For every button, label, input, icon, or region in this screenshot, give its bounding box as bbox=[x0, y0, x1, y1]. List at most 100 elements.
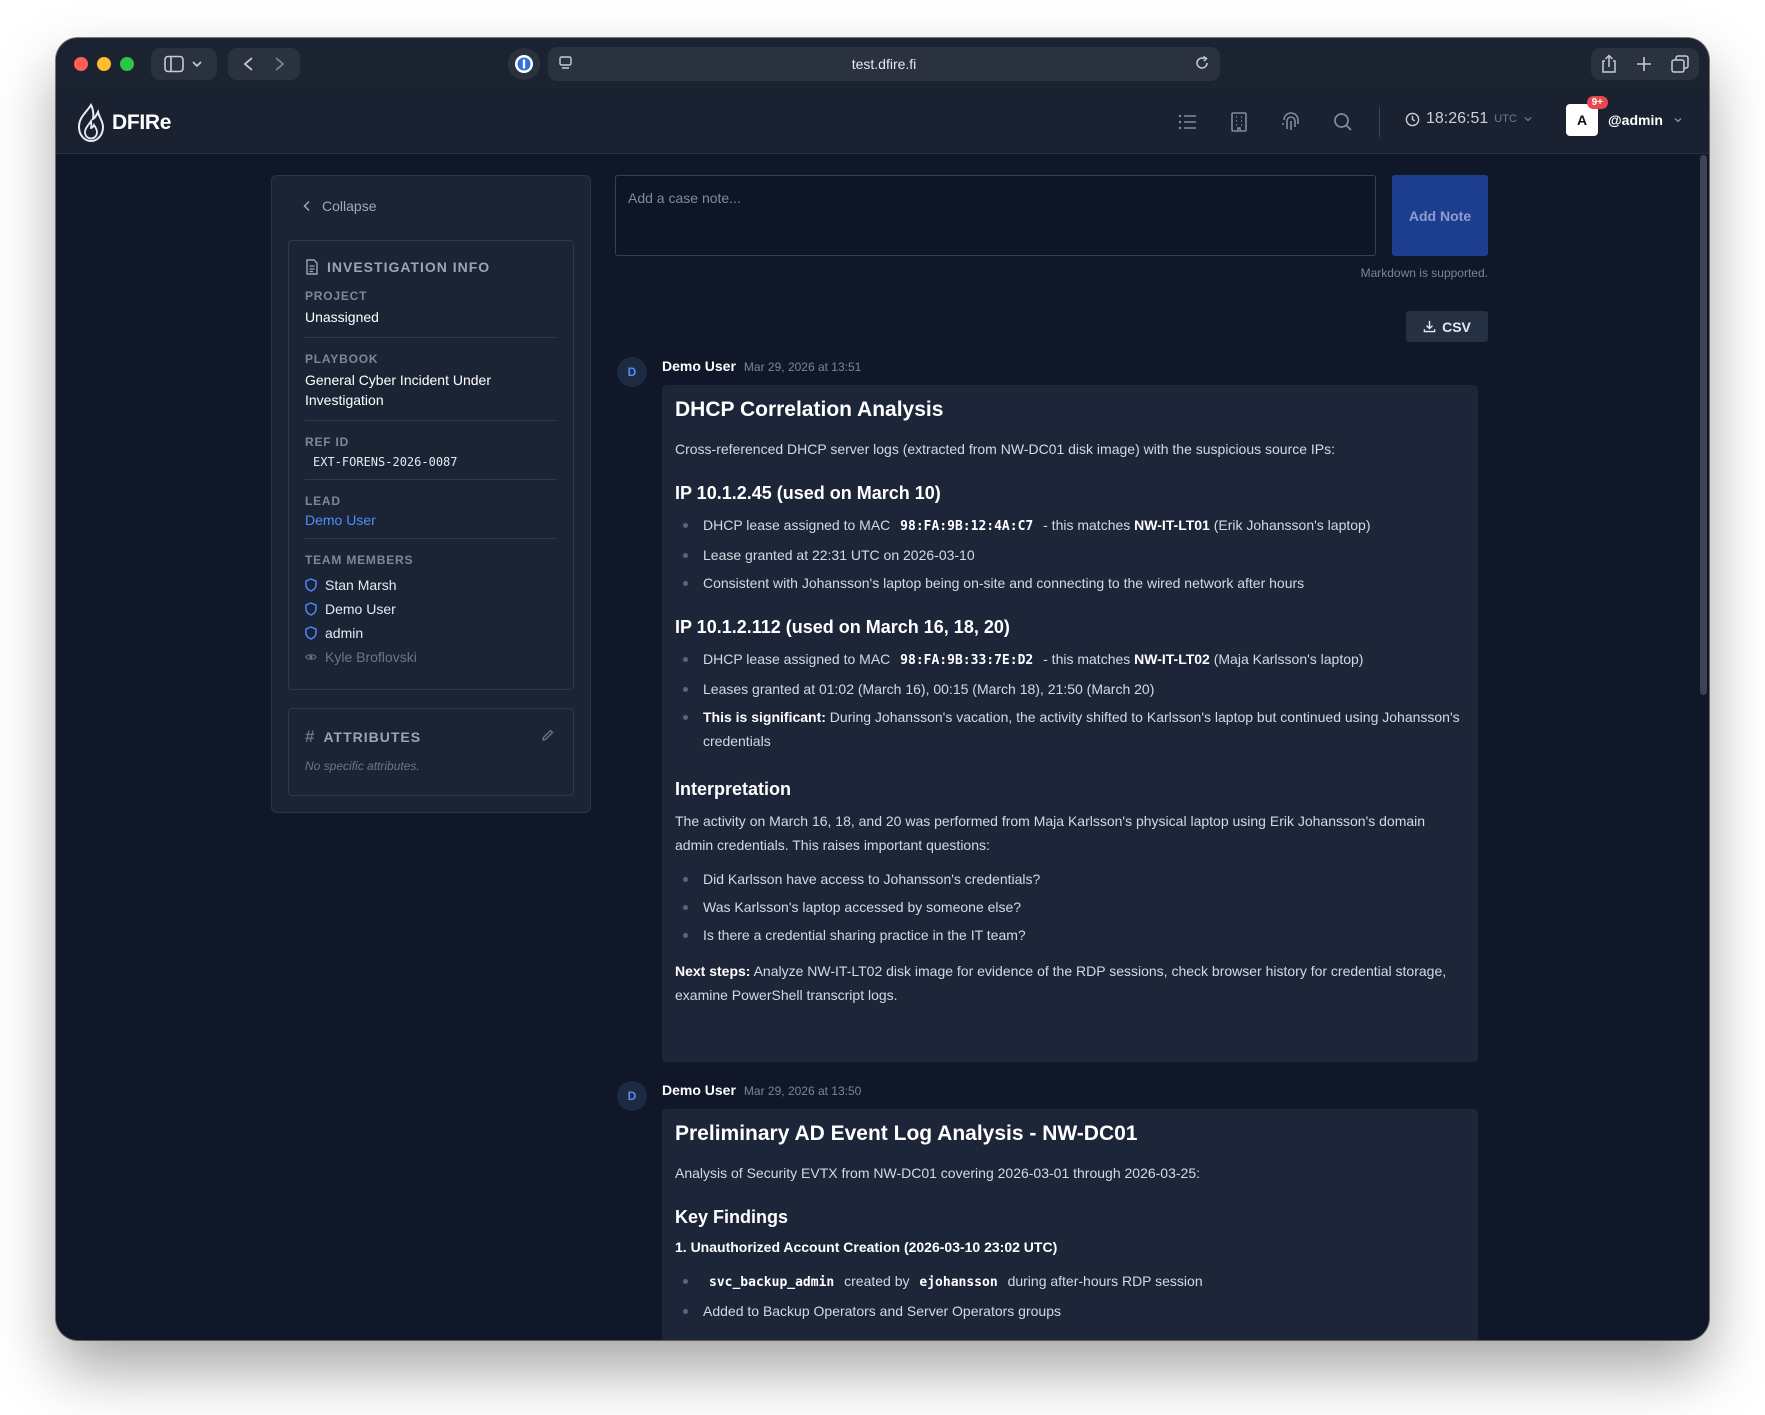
page-scrollbar[interactable] bbox=[1700, 155, 1707, 695]
url-text: test.dfire.fi bbox=[851, 56, 917, 72]
investigation-info-title: INVESTIGATION INFO bbox=[305, 259, 557, 275]
user-menu[interactable]: A 9+ @admin bbox=[1566, 96, 1683, 136]
note-subheading: IP 10.1.2.112 (used on March 16, 18, 20) bbox=[675, 617, 1010, 637]
tab-overview-icon[interactable] bbox=[1670, 54, 1690, 74]
markdown-hint: Markdown is supported. bbox=[1360, 266, 1488, 280]
project-label: PROJECT bbox=[305, 289, 368, 303]
fingerprint-icon[interactable] bbox=[1279, 110, 1303, 134]
app-name: DFIRe bbox=[112, 111, 172, 134]
attributes-panel: # ATTRIBUTES No specific attributes. bbox=[288, 708, 574, 796]
username: @admin bbox=[1608, 112, 1663, 128]
list-icon[interactable] bbox=[1176, 110, 1200, 134]
lead-link[interactable]: Demo User bbox=[305, 512, 557, 528]
playbook-label: PLAYBOOK bbox=[305, 352, 379, 366]
edit-pencil-icon[interactable] bbox=[541, 728, 555, 742]
list-item: Did Karlsson have access to Johansson's … bbox=[675, 867, 1465, 891]
investigation-info-panel: INVESTIGATION INFO PROJECT Unassigned PL… bbox=[288, 240, 574, 690]
chevron-left-icon bbox=[303, 200, 310, 212]
team-members-label: TEAM MEMBERS bbox=[305, 553, 414, 567]
collapse-button[interactable]: Collapse bbox=[302, 198, 376, 214]
list-item: Is there a credential sharing practice i… bbox=[675, 923, 1465, 947]
clock-time: 18:26:51 bbox=[1426, 110, 1489, 127]
csv-export-button[interactable]: CSV bbox=[1406, 311, 1488, 342]
hostname: NW-IT-LT01 bbox=[1134, 517, 1210, 533]
ref-id-label: REF ID bbox=[305, 435, 350, 449]
lead-label: LEAD bbox=[305, 494, 341, 508]
list-item: Leases granted at 01:02 (March 16), 00:1… bbox=[675, 677, 1465, 701]
forward-icon[interactable] bbox=[275, 57, 285, 71]
list-item: Lease granted at 22:31 UTC on 2026-03-10 bbox=[675, 543, 1465, 567]
history-nav bbox=[228, 48, 300, 80]
note-card: DHCP Correlation Analysis Cross-referenc… bbox=[662, 385, 1478, 1062]
add-note-button[interactable]: Add Note bbox=[1392, 175, 1488, 256]
chevron-down-icon bbox=[1674, 118, 1682, 123]
browser-toolbar: test.dfire.fi bbox=[56, 38, 1709, 90]
download-icon bbox=[1423, 320, 1436, 333]
list-item: svc_backup_admin created by ejohansson d… bbox=[675, 1269, 1465, 1295]
password-manager-button[interactable] bbox=[508, 48, 540, 80]
eye-icon bbox=[305, 654, 317, 660]
csv-label: CSV bbox=[1442, 318, 1471, 335]
case-note-input[interactable]: Add a case note... bbox=[615, 175, 1376, 256]
playbook-field: PLAYBOOK General Cyber Incident Under In… bbox=[305, 352, 557, 421]
note-card: Preliminary AD Event Log Analysis - NW-D… bbox=[662, 1109, 1478, 1340]
reader-icon[interactable] bbox=[558, 55, 574, 71]
hostname: NW-IT-LT02 bbox=[1134, 651, 1210, 667]
team-member: Kyle Broflovski bbox=[305, 645, 557, 669]
sidebar-toggle-button[interactable] bbox=[151, 48, 217, 80]
list-item: DHCP lease assigned to MAC 98:FA:9B:12:4… bbox=[675, 513, 1465, 539]
reload-icon[interactable] bbox=[1194, 55, 1210, 71]
attributes-title: # ATTRIBUTES bbox=[305, 727, 422, 746]
shield-icon bbox=[305, 578, 317, 592]
note-author-avatar: D bbox=[617, 1081, 647, 1111]
clock-icon bbox=[1405, 112, 1420, 126]
minimize-window-button[interactable] bbox=[97, 57, 111, 71]
note-author: Demo User bbox=[662, 358, 736, 374]
project-value: Unassigned bbox=[305, 309, 379, 325]
note-author: Demo User bbox=[662, 1082, 736, 1098]
note-timestamp: Mar 29, 2026 at 13:50 bbox=[743, 1084, 862, 1098]
address-bar[interactable]: test.dfire.fi bbox=[548, 47, 1220, 81]
clock[interactable]: 18:26:51 UTC bbox=[1405, 110, 1533, 128]
list-item: This is significant: During Johansson's … bbox=[675, 705, 1465, 753]
zoom-window-button[interactable] bbox=[120, 57, 134, 71]
note-paragraph: Next steps: Analyze NW-IT-LT02 disk imag… bbox=[675, 963, 1447, 1003]
note-list: DHCP lease assigned to MAC 98:FA:9B:33:7… bbox=[675, 647, 1465, 753]
back-icon[interactable] bbox=[243, 57, 253, 71]
close-window-button[interactable] bbox=[74, 57, 88, 71]
project-field: PROJECT Unassigned bbox=[305, 289, 557, 338]
building-icon[interactable] bbox=[1227, 110, 1251, 134]
playbook-value: General Cyber Incident Under Investigati… bbox=[305, 372, 491, 408]
shield-icon bbox=[305, 602, 317, 616]
case-note-placeholder: Add a case note... bbox=[628, 190, 741, 206]
app-logo[interactable]: DFIRe bbox=[74, 103, 171, 143]
search-icon[interactable] bbox=[1331, 110, 1355, 134]
user-name: ejohansson bbox=[919, 1275, 998, 1290]
collapse-label: Collapse bbox=[322, 198, 377, 214]
lead-field: LEAD Demo User bbox=[305, 494, 557, 539]
main-content: Collapse INVESTIGATION INFO PROJECT Unas… bbox=[56, 155, 1709, 1340]
note-subheading: IP 10.1.2.45 (used on March 10) bbox=[675, 483, 941, 503]
shield-icon bbox=[305, 626, 317, 640]
window-controls bbox=[74, 57, 134, 71]
browser-actions bbox=[1591, 48, 1699, 80]
document-icon bbox=[306, 259, 318, 275]
note-list: DHCP lease assigned to MAC 98:FA:9B:12:4… bbox=[675, 513, 1465, 595]
note-title: DHCP Correlation Analysis bbox=[675, 398, 944, 421]
note-paragraph: The activity on March 16, 18, and 20 was… bbox=[675, 813, 1426, 853]
mac-address: 98:FA:9B:33:7E:D2 bbox=[900, 653, 1034, 668]
mac-address: 98:FA:9B:12:4A:C7 bbox=[900, 519, 1034, 534]
hash-icon: # bbox=[305, 727, 316, 746]
flame-logo-icon bbox=[77, 103, 105, 143]
note-author-avatar: D bbox=[617, 357, 647, 387]
notification-badge[interactable]: 9+ bbox=[1586, 96, 1608, 109]
note-title: Preliminary AD Event Log Analysis - NW-D… bbox=[675, 1122, 1138, 1145]
team-member: Demo User bbox=[305, 597, 557, 621]
ref-id-value: EXT-FORENS-2026-0087 bbox=[313, 455, 458, 469]
avatar: A 9+ bbox=[1566, 96, 1608, 136]
new-tab-icon[interactable] bbox=[1635, 55, 1653, 73]
sidebar-icon bbox=[164, 55, 202, 73]
team-members-field: TEAM MEMBERS Stan Marsh Demo User admin bbox=[305, 553, 557, 669]
share-icon[interactable] bbox=[1600, 54, 1618, 74]
ref-id-field: REF ID EXT-FORENS-2026-0087 bbox=[305, 435, 557, 480]
